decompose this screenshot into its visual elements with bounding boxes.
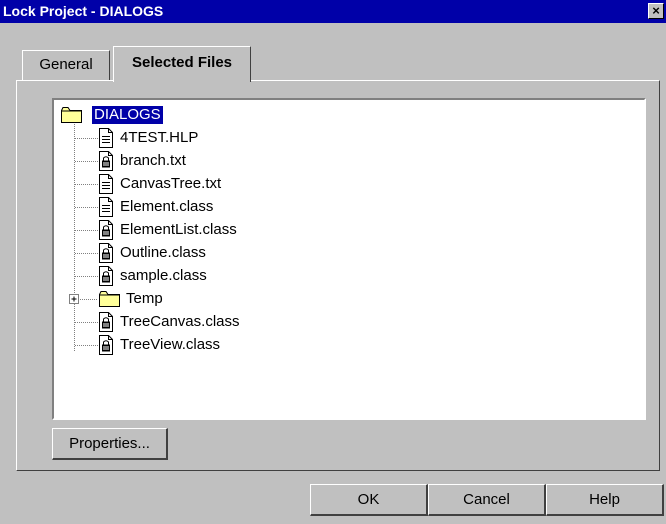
close-button[interactable]: ×: [648, 3, 664, 19]
file-tree[interactable]: DIALOGS 4TEST.HLP branch.txt CanvasTree.…: [52, 98, 646, 420]
tree-item[interactable]: ElementList.class: [120, 221, 237, 239]
tree-root-label[interactable]: DIALOGS: [92, 106, 163, 124]
tab-general[interactable]: General: [22, 50, 110, 80]
locked-document-icon: [99, 220, 113, 240]
document-icon: [99, 174, 113, 194]
tree-item[interactable]: Element.class: [120, 198, 213, 216]
tree-item[interactable]: TreeView.class: [120, 336, 220, 354]
document-icon: [99, 128, 113, 148]
folder-icon: [99, 291, 120, 307]
title-bar: Lock Project - DIALOGS ×: [0, 0, 666, 23]
folder-icon: [61, 107, 82, 123]
tree-item[interactable]: branch.txt: [120, 152, 186, 170]
locked-document-icon: [99, 312, 113, 332]
tree-item[interactable]: sample.class: [120, 267, 207, 285]
document-icon: [99, 197, 113, 217]
tree-item[interactable]: TreeCanvas.class: [120, 313, 240, 331]
tree-item[interactable]: Outline.class: [120, 244, 206, 262]
properties-button[interactable]: Properties...: [52, 428, 168, 460]
help-button[interactable]: Help: [546, 484, 664, 516]
ok-button[interactable]: OK: [310, 484, 428, 516]
tree-item[interactable]: Temp: [126, 290, 163, 308]
tree-item[interactable]: 4TEST.HLP: [120, 129, 198, 147]
close-icon: ×: [652, 3, 660, 18]
locked-document-icon: [99, 151, 113, 171]
cancel-button[interactable]: Cancel: [428, 484, 546, 516]
expand-plus-icon[interactable]: [69, 294, 80, 305]
locked-document-icon: [99, 243, 113, 263]
tree-item[interactable]: CanvasTree.txt: [120, 175, 221, 193]
locked-document-icon: [99, 266, 113, 286]
locked-document-icon: [99, 335, 113, 355]
tab-selected-files[interactable]: Selected Files: [113, 46, 251, 82]
window-title: Lock Project - DIALOGS: [3, 3, 164, 19]
